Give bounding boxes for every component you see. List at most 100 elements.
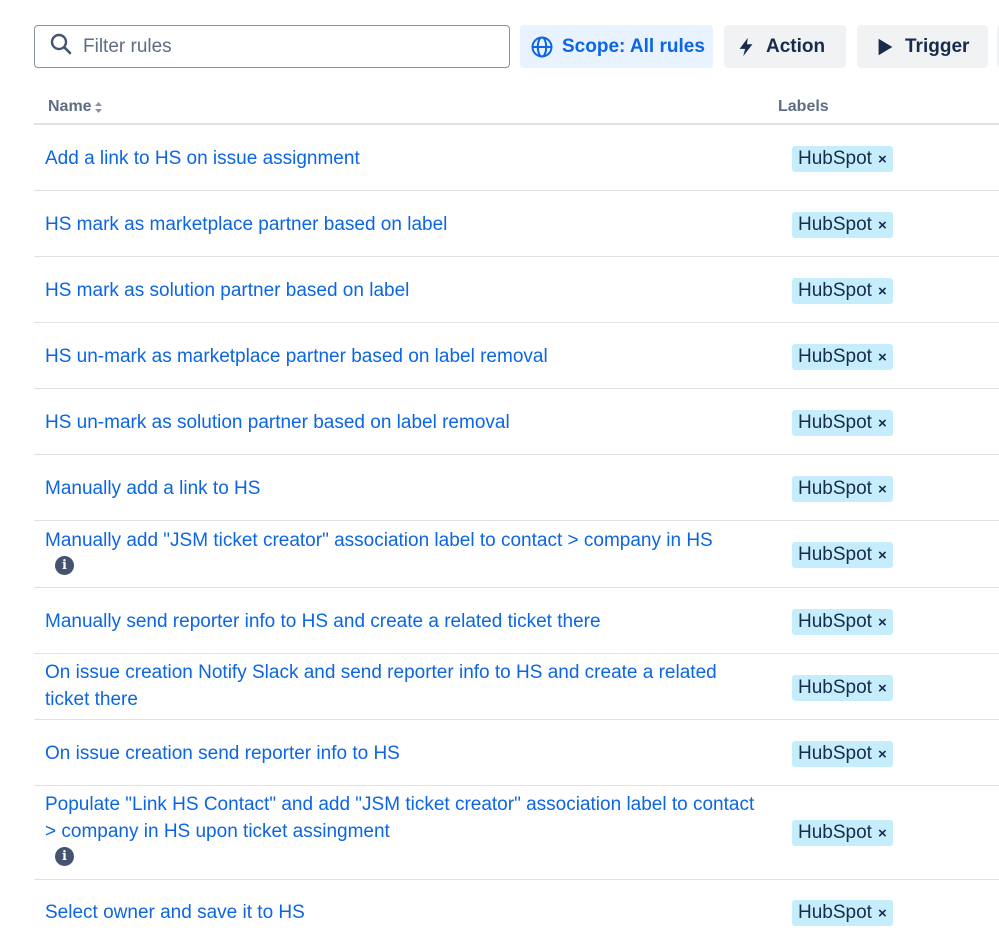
rule-name-cell: HS un-mark as solution partner based on …: [45, 409, 765, 436]
rule-name-cell: Select owner and save it to HS: [45, 899, 765, 926]
rule-name-link[interactable]: On issue creation Notify Slack and send …: [45, 659, 765, 713]
table-row: HS mark as marketplace partner based on …: [34, 191, 999, 257]
table-row: Select owner and save it to HS HubSpot ×: [34, 880, 999, 945]
label-text: HubSpot: [798, 822, 872, 843]
remove-label-icon[interactable]: ×: [878, 680, 887, 697]
remove-label-icon[interactable]: ×: [878, 481, 887, 498]
table-row: Add a link to HS on issue assignment HubS…: [34, 125, 999, 191]
label-lozenge: HubSpot ×: [792, 675, 893, 701]
rule-name-link[interactable]: HS mark as marketplace partner based on …: [45, 211, 765, 238]
label-lozenge: HubSpot ×: [792, 820, 893, 846]
label-text: HubSpot: [798, 148, 872, 169]
scope-button-label: Scope: All rules: [562, 35, 705, 57]
play-icon: [873, 35, 897, 59]
label-lozenge: HubSpot ×: [792, 344, 893, 370]
label-lozenge: HubSpot ×: [792, 146, 893, 172]
remove-label-icon[interactable]: ×: [878, 415, 887, 432]
sort-icon: [94, 101, 102, 113]
table-row: HS mark as solution partner based on lab…: [34, 257, 999, 323]
rule-name-cell: Manually send reporter info to HS and cr…: [45, 608, 765, 635]
rule-name-cell: Populate "Link HS Contact" and add "JSM …: [45, 791, 765, 866]
rule-name-link[interactable]: HS un-mark as solution partner based on …: [45, 409, 765, 436]
labels-cell: HubSpot ×: [792, 344, 893, 370]
rule-name-link[interactable]: Add a link to HS on issue assignment: [45, 145, 765, 172]
remove-label-icon[interactable]: ×: [878, 217, 887, 234]
labels-column-header: Labels: [778, 98, 829, 115]
rule-name-link[interactable]: Manually add "JSM ticket creator" associ…: [45, 527, 765, 554]
label-text: HubSpot: [798, 677, 872, 698]
lightning-icon: [734, 35, 758, 59]
rule-name-link[interactable]: Manually send reporter info to HS and cr…: [45, 608, 765, 635]
label-text: HubSpot: [798, 214, 872, 235]
table-header: Name Labels: [34, 88, 999, 125]
table-row: Manually send reporter info to HS and cr…: [34, 588, 999, 654]
rule-name-cell: Add a link to HS on issue assignment: [45, 145, 765, 172]
rule-name-cell: HS un-mark as marketplace partner based …: [45, 343, 765, 370]
rules-table: Name Labels Add a link to HS on issue as…: [34, 88, 999, 945]
globe-icon: [530, 35, 554, 59]
labels-cell: HubSpot ×: [792, 900, 893, 926]
remove-label-icon[interactable]: ×: [878, 151, 887, 168]
rule-name-cell: Manually add "JSM ticket creator" associ…: [45, 527, 765, 575]
label-lozenge: HubSpot ×: [792, 900, 893, 926]
rule-name-link[interactable]: HS mark as solution partner based on lab…: [45, 277, 765, 304]
label-text: HubSpot: [798, 346, 872, 367]
label-text: HubSpot: [798, 902, 872, 923]
action-filter-label: Action: [766, 35, 826, 57]
labels-cell: HubSpot ×: [792, 542, 893, 568]
rule-name-link[interactable]: Manually add a link to HS: [45, 475, 765, 502]
info-icon[interactable]: i: [55, 556, 74, 575]
table-row: Manually add a link to HS HubSpot ×: [34, 455, 999, 521]
filter-rules-search[interactable]: [34, 25, 510, 68]
rule-name-cell: Manually add a link to HS: [45, 475, 765, 502]
labels-cell: HubSpot ×: [792, 820, 893, 846]
table-row: Populate "Link HS Contact" and add "JSM …: [34, 786, 999, 880]
remove-label-icon[interactable]: ×: [878, 349, 887, 366]
label-text: HubSpot: [798, 544, 872, 565]
rule-name-link[interactable]: Select owner and save it to HS: [45, 899, 765, 926]
trigger-filter-label: Trigger: [905, 35, 970, 57]
remove-label-icon[interactable]: ×: [878, 283, 887, 300]
name-column-header[interactable]: Name: [48, 98, 102, 116]
action-filter-button[interactable]: Action: [724, 25, 846, 68]
remove-label-icon[interactable]: ×: [878, 905, 887, 922]
label-text: HubSpot: [798, 478, 872, 499]
label-text: HubSpot: [798, 611, 872, 632]
remove-label-icon[interactable]: ×: [878, 547, 887, 564]
table-body: Add a link to HS on issue assignment HubS…: [34, 125, 999, 945]
scope-button[interactable]: Scope: All rules: [520, 25, 713, 68]
rule-name-link[interactable]: On issue creation send reporter info to …: [45, 740, 765, 767]
rule-name-link[interactable]: HS un-mark as marketplace partner based …: [45, 343, 765, 370]
label-lozenge: HubSpot ×: [792, 476, 893, 502]
info-icon[interactable]: i: [55, 847, 74, 866]
label-text: HubSpot: [798, 743, 872, 764]
label-lozenge: HubSpot ×: [792, 278, 893, 304]
label-text: HubSpot: [798, 280, 872, 301]
toolbar: Scope: All rules Action Trigger: [34, 25, 999, 68]
rule-name-cell: HS mark as marketplace partner based on …: [45, 211, 765, 238]
labels-cell: HubSpot ×: [792, 741, 893, 767]
table-row: HS un-mark as marketplace partner based …: [34, 323, 999, 389]
search-icon: [49, 32, 73, 61]
labels-cell: HubSpot ×: [792, 146, 893, 172]
label-lozenge: HubSpot ×: [792, 542, 893, 568]
rule-name-cell: On issue creation Notify Slack and send …: [45, 659, 765, 713]
labels-cell: HubSpot ×: [792, 278, 893, 304]
table-row: On issue creation Notify Slack and send …: [34, 654, 999, 720]
remove-label-icon[interactable]: ×: [878, 825, 887, 842]
rule-name-link[interactable]: Populate "Link HS Contact" and add "JSM …: [45, 791, 765, 845]
table-row: Manually add "JSM ticket creator" associ…: [34, 521, 999, 588]
rule-name-cell: On issue creation send reporter info to …: [45, 740, 765, 767]
labels-cell: HubSpot ×: [792, 212, 893, 238]
remove-label-icon[interactable]: ×: [878, 746, 887, 763]
table-row: HS un-mark as solution partner based on …: [34, 389, 999, 455]
trigger-filter-button[interactable]: Trigger: [857, 25, 988, 68]
name-column-label: Name: [48, 98, 92, 115]
label-lozenge: HubSpot ×: [792, 609, 893, 635]
table-row: On issue creation send reporter info to …: [34, 720, 999, 786]
filter-rules-input[interactable]: [83, 28, 483, 65]
remove-label-icon[interactable]: ×: [878, 614, 887, 631]
labels-cell: HubSpot ×: [792, 609, 893, 635]
labels-cell: HubSpot ×: [792, 476, 893, 502]
label-lozenge: HubSpot ×: [792, 741, 893, 767]
